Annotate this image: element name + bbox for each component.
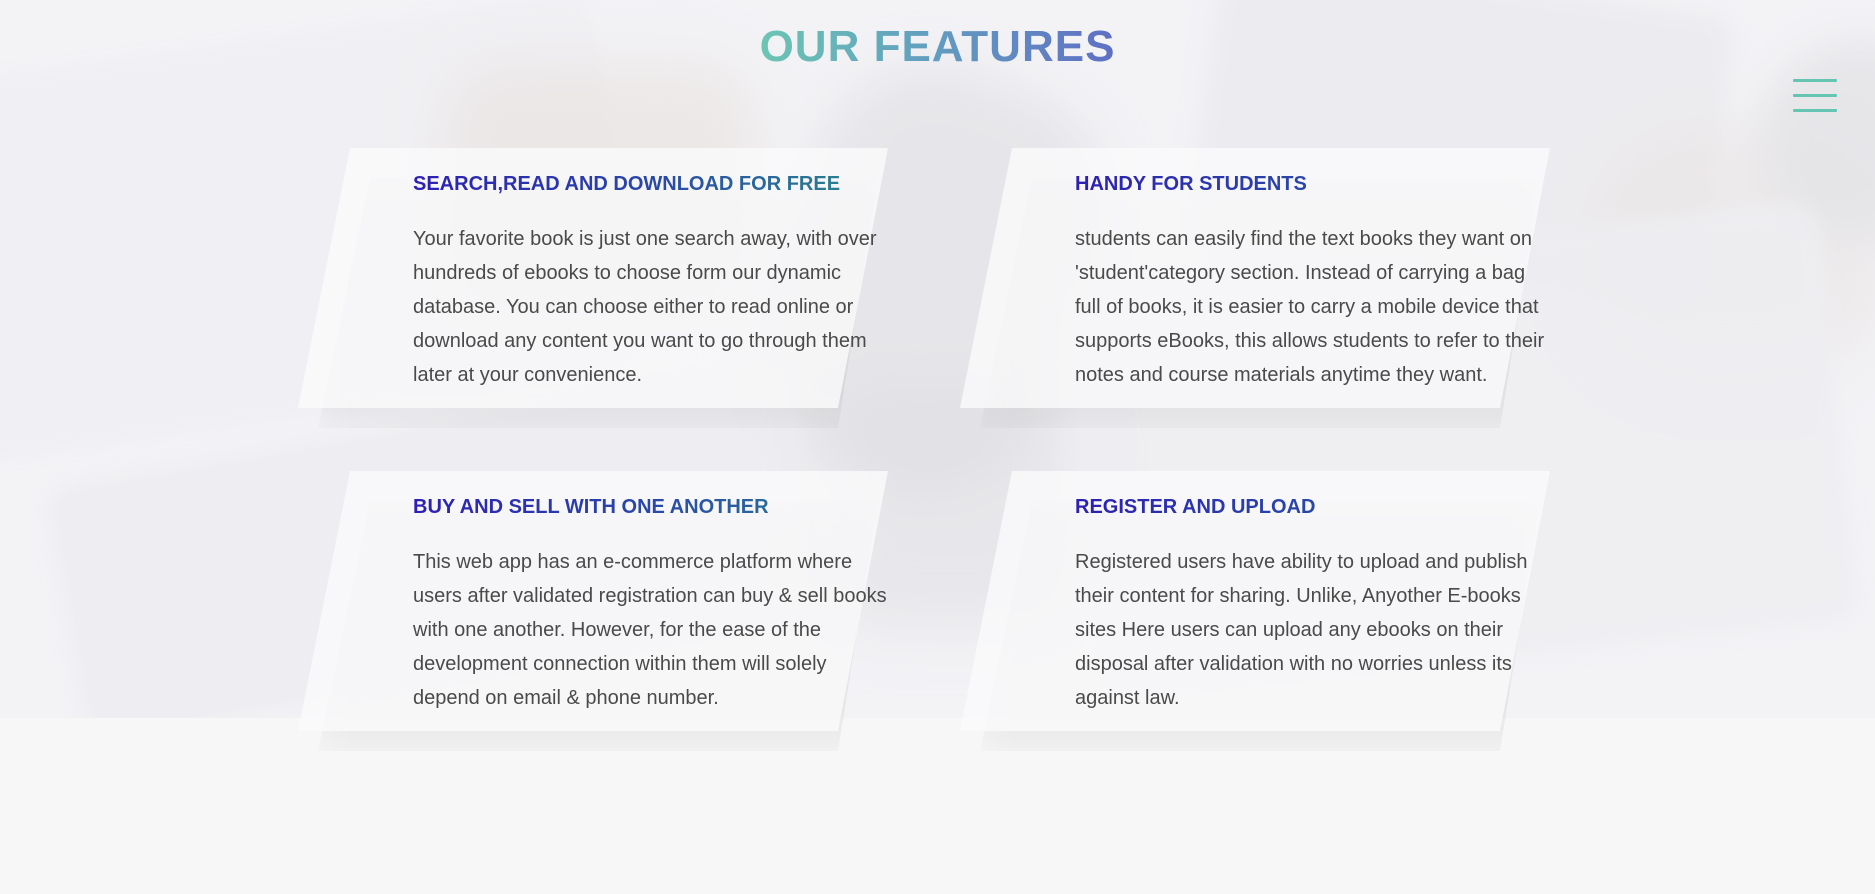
feature-description: students can easily find the text books …: [1075, 228, 1545, 386]
feature-title: HANDY FOR STUDENTS: [1075, 170, 1555, 198]
section-title: OUR FEATURES: [0, 22, 1875, 72]
menu-bar-top: [1793, 79, 1837, 82]
feature-description: Registered users have ability to upload …: [1075, 551, 1528, 709]
hamburger-menu-icon[interactable]: [1793, 79, 1837, 113]
section-title-text: OUR FEATURES: [759, 22, 1116, 71]
menu-bar-bottom: [1793, 109, 1837, 112]
menu-bar-middle: [1793, 94, 1837, 97]
hero-background-image: [0, 0, 1875, 718]
feature-description: This web app has an e-commerce platform …: [413, 551, 887, 709]
feature-card: HANDY FOR STUDENTS students can easily f…: [960, 148, 1550, 428]
feature-card: SEARCH,READ AND DOWNLOAD FOR FREE Your f…: [298, 148, 888, 428]
feature-title: SEARCH,READ AND DOWNLOAD FOR FREE: [413, 170, 893, 198]
feature-description: Your favorite book is just one search aw…: [413, 228, 877, 386]
feature-card: BUY AND SELL WITH ONE ANOTHER This web a…: [298, 471, 888, 751]
feature-title: BUY AND SELL WITH ONE ANOTHER: [413, 493, 893, 521]
page-footer-area: [0, 718, 1875, 894]
feature-title: REGISTER AND UPLOAD: [1075, 493, 1555, 521]
feature-card: REGISTER AND UPLOAD Registered users hav…: [960, 471, 1550, 751]
